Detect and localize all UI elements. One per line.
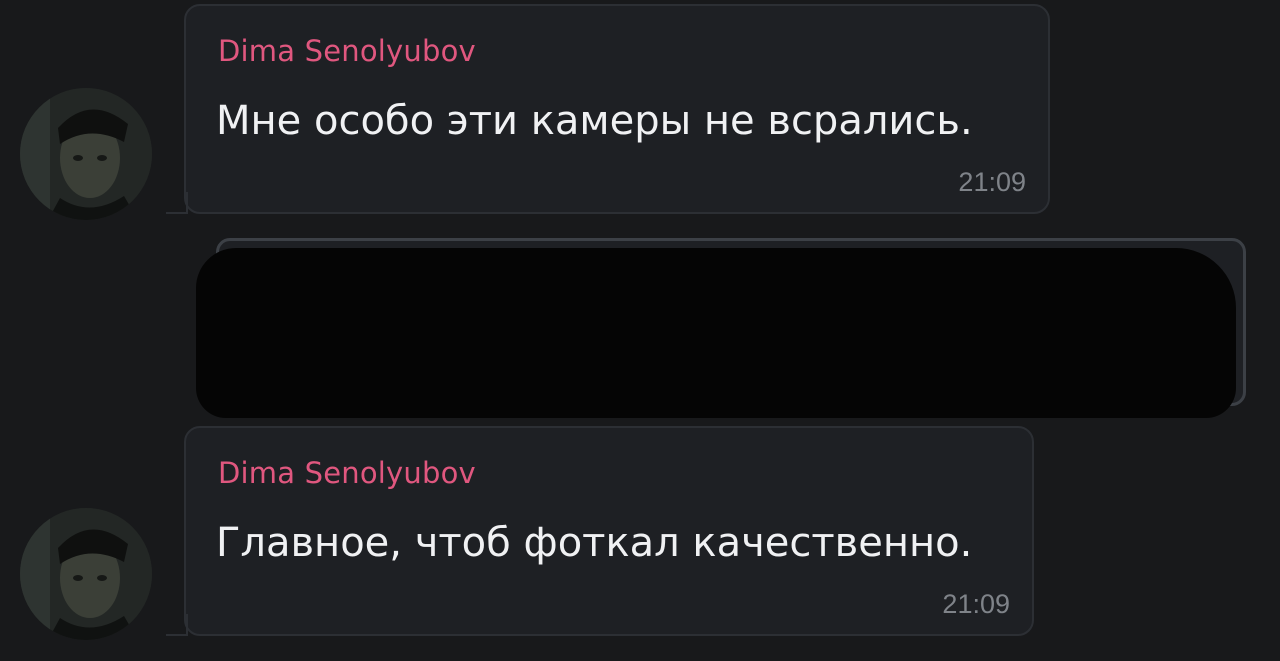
avatar[interactable] xyxy=(20,88,152,220)
bubble-tail xyxy=(166,192,188,214)
message-time: 21:09 xyxy=(942,589,1010,619)
message-bubble[interactable]: Dima Senolyubov Главное, чтоб фоткал кач… xyxy=(166,426,1034,636)
sender-name[interactable]: Dima Senolyubov xyxy=(218,34,476,68)
sender-name[interactable]: Dima Senolyubov xyxy=(218,456,476,490)
message-text: Главное, чтоб фоткал качественно. xyxy=(216,520,973,566)
message-time: 21:09 xyxy=(958,167,1026,197)
avatar[interactable] xyxy=(20,508,152,640)
redaction-overlay xyxy=(196,248,1236,418)
message-bubble[interactable]: Dima Senolyubov Мне особо эти камеры не … xyxy=(166,4,1050,214)
avatar-photo-icon xyxy=(20,508,152,640)
avatar-photo-icon xyxy=(20,88,152,220)
chat-view: Dima Senolyubov Мне особо эти камеры не … xyxy=(0,0,1280,661)
bubble-tail xyxy=(166,614,188,636)
message-text: Мне особо эти камеры не всрались. xyxy=(216,98,973,144)
